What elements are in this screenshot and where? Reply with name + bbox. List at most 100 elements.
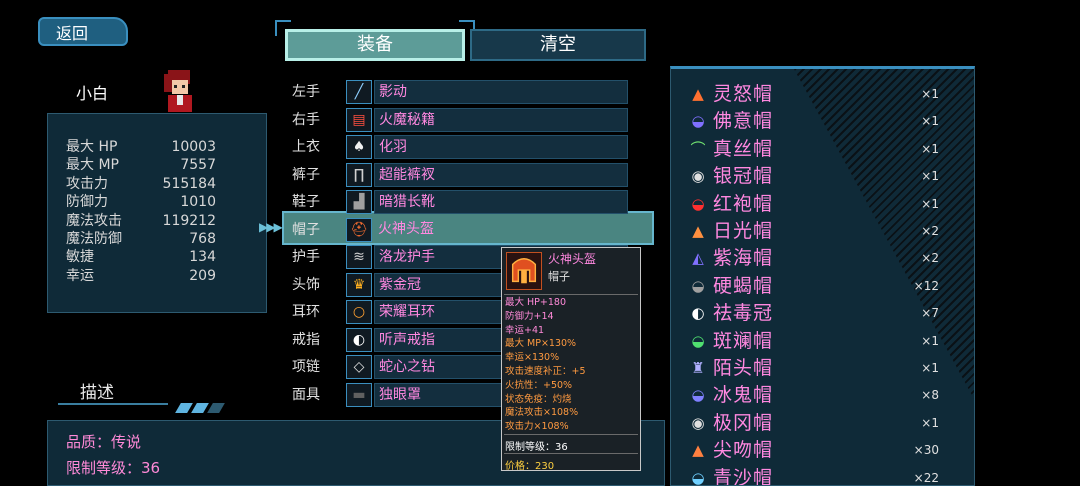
sword-icon[interactable]: ╱: [346, 80, 372, 104]
equipment-slot[interactable]: 化羽: [374, 135, 628, 159]
slot-label: 项链: [292, 359, 320, 375]
armor-icon[interactable]: ♠: [346, 135, 372, 159]
inventory-item-qty: ×2: [921, 224, 939, 238]
stat-label: 魔法防御: [66, 231, 122, 247]
inventory-item[interactable]: ◒ 青沙帽 ×22: [685, 465, 965, 486]
boots-icon[interactable]: ▟: [346, 190, 372, 214]
equipped-item-name: 化羽: [379, 139, 407, 155]
stat-value: 1010: [180, 194, 216, 211]
hat-icon: ◒: [691, 331, 705, 350]
inventory-panel[interactable]: ▲ 灵怒帽 ×1 ◒ 佛意帽 ×1 ⌒ 真丝帽 ×1 ◉ 银冠帽 ×1 ◒ 红袍帽 ×1 ▲ 日光帽 ×2 ◭ 紫海帽…: [670, 66, 975, 486]
inventory-item-name: 祛毒冠: [713, 302, 774, 325]
back-button[interactable]: 返回: [38, 17, 128, 46]
tooltip-item-name: 火神头盔: [548, 252, 597, 266]
hat-icon: ◒: [691, 112, 705, 131]
description-divider: [58, 403, 168, 405]
equipment-slot[interactable]: 火神头盔: [374, 218, 628, 242]
hat-icon: ♜: [691, 359, 705, 377]
gauntlet-icon[interactable]: ≋: [346, 245, 372, 269]
slot-label: 面具: [292, 386, 320, 403]
equipment-slot[interactable]: 影动: [374, 80, 628, 104]
inventory-item[interactable]: ◐ 祛毒冠 ×7: [685, 300, 965, 326]
hat-icon: ◒: [691, 194, 705, 213]
tooltip-item-type: 帽子: [548, 270, 570, 283]
equipment-slot[interactable]: 火魔秘籍: [374, 107, 628, 132]
inventory-item[interactable]: ▲ 日光帽 ×2: [685, 218, 965, 244]
tab-equip[interactable]: 装备: [285, 29, 465, 61]
hat-icon: ◉: [691, 413, 705, 432]
inventory-item-qty: ×30: [913, 443, 939, 458]
inventory-item[interactable]: ◒ 硬蝎帽 ×12: [685, 273, 965, 299]
stat-label: 魔法攻击: [66, 212, 122, 229]
eyepatch-icon[interactable]: ▬: [346, 382, 372, 407]
inventory-item[interactable]: ▲ 尖吻帽 ×30: [685, 437, 965, 463]
necklace-icon[interactable]: ◇: [346, 355, 372, 379]
inventory-item-qty: ×12: [913, 278, 939, 293]
inventory-item-qty: ×1: [921, 141, 939, 156]
earring-icon[interactable]: ○: [346, 300, 372, 324]
clear-button[interactable]: 清空: [470, 29, 646, 61]
ring-icon[interactable]: ◐: [346, 327, 372, 352]
tooltip-divider: [504, 294, 638, 295]
equipped-item-name: 紫金冠: [379, 276, 421, 293]
inventory-item-name: 银冠帽: [713, 165, 774, 188]
inventory-item[interactable]: ◒ 红袍帽 ×1: [685, 191, 965, 217]
inventory-item-qty: ×8: [921, 388, 939, 403]
inventory-item[interactable]: ◉ 极冈帽 ×1: [685, 410, 965, 436]
inventory-item-qty: ×1: [921, 114, 939, 129]
helmet-icon[interactable]: ⛑: [346, 217, 372, 242]
stat-label: 防御力: [66, 194, 108, 211]
divider-deco: [191, 403, 209, 413]
inventory-item[interactable]: ◭ 紫海帽 ×2: [685, 245, 965, 271]
inventory-item-qty: ×1: [921, 196, 939, 211]
inventory-item[interactable]: ⌒ 真丝帽 ×1: [685, 136, 965, 162]
slot-label: 左手: [292, 84, 320, 100]
equipped-item-name: 影动: [379, 84, 407, 100]
tooltip-divider: [504, 434, 638, 435]
hat-icon: ▲: [692, 441, 704, 460]
tooltip-stat: 状态免疫：灼烧: [505, 393, 572, 405]
inventory-item-name: 佛意帽: [713, 110, 774, 133]
character-avatar: [164, 70, 192, 112]
slot-label: 护手: [292, 249, 320, 265]
stat-value: 119212: [162, 212, 216, 229]
inventory-item-name: 斑斓帽: [713, 329, 774, 352]
inventory-item[interactable]: ◒ 斑斓帽 ×1: [685, 328, 965, 354]
inventory-item-name: 灵怒帽: [713, 83, 774, 105]
inventory-item[interactable]: ♜ 陌头帽 ×1: [685, 355, 965, 381]
hat-icon: ▲: [692, 222, 704, 240]
inventory-item-qty: ×22: [913, 470, 939, 485]
slot-label: 上衣: [292, 139, 320, 155]
crown-icon[interactable]: ♛: [346, 272, 372, 297]
inventory-item-qty: ×1: [921, 361, 939, 375]
inventory-item[interactable]: ◒ 佛意帽 ×1: [685, 108, 965, 134]
inventory-item-qty: ×1: [921, 169, 939, 184]
hat-icon: ▲: [692, 85, 704, 103]
spellbook-icon[interactable]: ▤: [346, 107, 372, 132]
equipment-slot[interactable]: 暗猎长靴: [374, 190, 628, 214]
slot-label: 帽子: [292, 221, 320, 238]
tooltip-stat: 火抗性：+50%: [505, 379, 573, 391]
stat-label: 最大 MP: [66, 157, 119, 174]
hat-icon: ◒: [691, 386, 705, 405]
inventory-item-name: 青沙帽: [713, 466, 774, 486]
inventory-item[interactable]: ◒ 冰鬼帽 ×8: [685, 382, 965, 408]
equipment-slot[interactable]: 超能裤衩: [374, 162, 628, 187]
tooltip-stat: 幸运×130%: [505, 352, 560, 364]
stat-row: 魔法攻击 119212: [66, 212, 216, 230]
inventory-item-name: 真丝帽: [713, 137, 774, 160]
hat-icon: ◐: [691, 304, 705, 323]
slot-label: 戒指: [292, 331, 320, 348]
slot-label: 耳环: [292, 304, 320, 320]
item-tooltip: 火神头盔 帽子 最大 HP+180 防御力+14 幸运+41 最大 MP×130% 幸运…: [501, 247, 641, 472]
stat-value: 7557: [180, 157, 216, 174]
inventory-item-name: 极冈帽: [713, 411, 774, 434]
slot-label: 裤子: [292, 166, 320, 183]
inventory-item[interactable]: ▲ 灵怒帽 ×1: [685, 81, 965, 107]
inventory-item[interactable]: ◉ 银冠帽 ×1: [685, 163, 965, 189]
hat-icon: ⌒: [690, 139, 706, 158]
tooltip-stat: 最大 MP×130%: [505, 338, 577, 350]
slot-label: 鞋子: [292, 194, 320, 210]
pants-icon[interactable]: ∏: [346, 162, 372, 187]
item-quality: 品质：传说: [66, 433, 142, 451]
